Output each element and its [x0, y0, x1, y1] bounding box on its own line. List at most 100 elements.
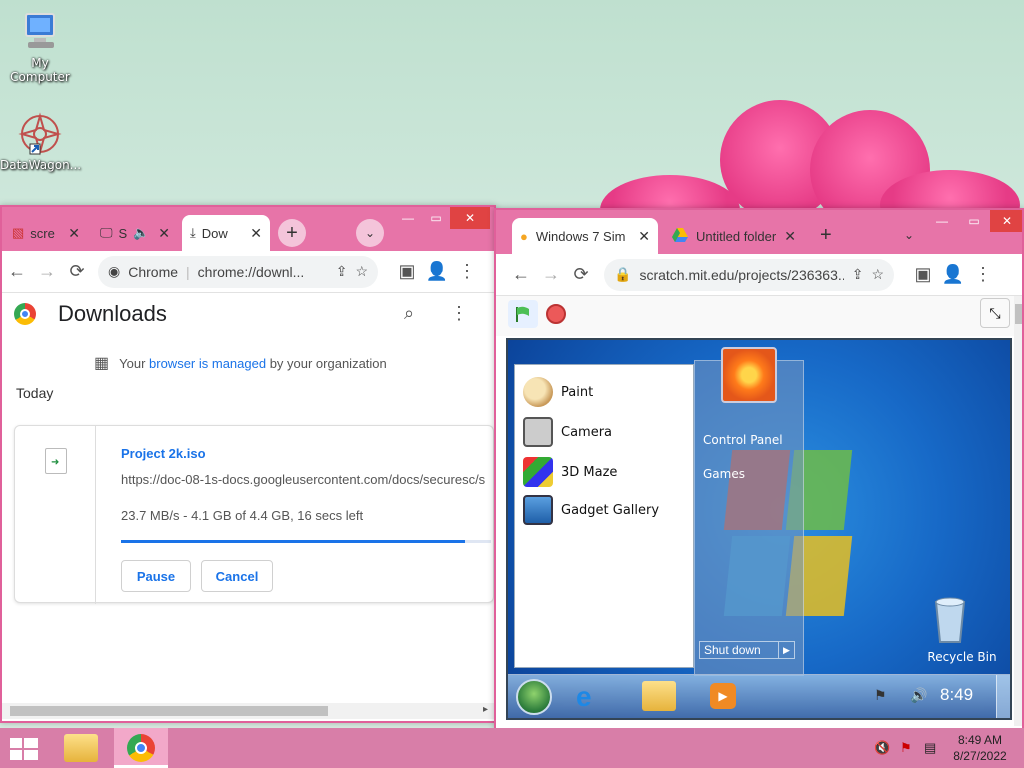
chrome-icon: ◉	[108, 263, 121, 279]
wallpaper-flower	[600, 90, 1020, 245]
start-menu-item-camera[interactable]: Camera	[523, 415, 612, 449]
close-tab-icon[interactable]: ✕	[632, 228, 650, 245]
close-window-button[interactable]: ✕	[450, 207, 490, 229]
tab-label: S	[118, 225, 128, 241]
scratch-toolbar: ← → ⟳ 🔒 scratch.mit.edu/projects/236363.…	[496, 254, 1022, 296]
datawagon-icon	[18, 112, 62, 156]
share-icon[interactable]: ⇪	[852, 266, 864, 283]
omnibox-url: scratch.mit.edu/projects/236363...	[639, 266, 844, 283]
download-filename[interactable]: Project 2k.iso	[121, 446, 206, 461]
back-button[interactable]: ←	[506, 260, 536, 290]
pause-button[interactable]: Pause	[121, 560, 191, 592]
vertical-scrollbar[interactable]	[1014, 296, 1022, 726]
taskbar: 🔇 ⚑ ▤ 8:49 AM 8/27/2022	[0, 728, 1024, 768]
omnibox-site-label: Chrome	[128, 263, 179, 280]
win7-start-orb[interactable]	[516, 679, 552, 715]
tab-sound[interactable]: 🖵 S 🔈 ✕	[92, 215, 178, 251]
downloads-toolbar: ← → ⟳ ◉ Chrome | chrome://downl... ⇪ ☆ ▣…	[2, 251, 494, 293]
action-center-icon[interactable]: ⚑	[900, 740, 912, 756]
new-tab-button[interactable]: +	[278, 219, 306, 247]
close-tab-icon[interactable]: ✕	[778, 228, 796, 245]
more-options-icon[interactable]: ⋮	[450, 303, 468, 324]
back-button[interactable]: ←	[2, 257, 32, 287]
maze-icon	[523, 457, 553, 487]
tab-untitled-folder[interactable]: Untitled folder ✕	[664, 218, 804, 254]
show-desktop-button[interactable]	[996, 675, 1010, 718]
gadget-gallery-icon	[523, 495, 553, 525]
win7-taskbar: e ▶ ⚑ 🔊 8:49	[508, 674, 1010, 718]
system-clock[interactable]: 8:49 AM 8/27/2022	[946, 732, 1014, 764]
new-tab-button[interactable]: +	[820, 224, 832, 247]
tab-search-button[interactable]: ⌄	[904, 228, 914, 242]
close-tab-icon[interactable]: ✕	[152, 225, 170, 242]
managed-notice: ▦ Your browser is managed by your organi…	[94, 355, 387, 372]
side-panel-icon[interactable]: ▣	[392, 257, 422, 287]
bookmark-star-icon[interactable]: ☆	[355, 263, 368, 280]
managed-link[interactable]: browser is managed	[149, 356, 266, 371]
chrome-logo-icon	[14, 303, 36, 325]
share-icon[interactable]: ⇪	[336, 263, 348, 280]
scrollbar-thumb[interactable]	[10, 706, 328, 716]
action-center-flag-icon[interactable]: ⚑	[874, 687, 887, 704]
scroll-right-icon[interactable]: ▸	[483, 704, 488, 715]
user-picture-flower[interactable]	[721, 347, 777, 403]
start-menu-item-gadget-gallery[interactable]: Gadget Gallery	[523, 493, 659, 527]
lock-icon: 🔒	[614, 266, 632, 282]
download-url: https://doc-08-1s-docs.googleusercontent…	[121, 472, 486, 487]
chrome-taskbar-button[interactable]	[114, 728, 168, 768]
search-icon[interactable]: ⌕	[404, 303, 414, 324]
network-icon[interactable]: ▤	[924, 740, 936, 756]
tab-label: Dow	[201, 225, 228, 241]
clock-time: 8:49 AM	[957, 733, 1003, 747]
menu-kebab-icon[interactable]: ⋮	[968, 260, 998, 290]
start-menu-item-paint[interactable]: Paint	[523, 375, 593, 409]
tab-search-button[interactable]: ⌄	[356, 219, 384, 247]
section-label-today: Today	[16, 385, 54, 401]
stop-button[interactable]	[546, 304, 566, 324]
fullscreen-exit-button[interactable]: ⤡	[980, 298, 1010, 328]
recycle-bin-icon[interactable]	[930, 596, 970, 644]
forward-button[interactable]: →	[32, 257, 62, 287]
omnibox[interactable]: ◉ Chrome | chrome://downl... ⇪ ☆	[98, 255, 378, 288]
windows-start-icon[interactable]	[10, 738, 38, 760]
desktop-icon-my-computer[interactable]: My Computer	[0, 10, 80, 84]
forward-button[interactable]: →	[536, 260, 566, 290]
win7-clock[interactable]: 8:49	[940, 685, 973, 705]
media-player-icon[interactable]: ▶	[710, 683, 736, 709]
tab-screenshot[interactable]: ▧ scre ✕	[4, 215, 88, 251]
omnibox[interactable]: 🔒 scratch.mit.edu/projects/236363... ⇪ ☆	[604, 258, 894, 291]
desktop-icon-datawagon[interactable]: DataWagon...	[0, 112, 82, 172]
cancel-button[interactable]: Cancel	[201, 560, 273, 592]
ie-icon[interactable]: e	[576, 681, 592, 713]
start-menu-control-panel[interactable]: Control Panel	[703, 433, 783, 447]
file-explorer-icon[interactable]	[64, 734, 98, 762]
close-tab-icon[interactable]: ✕	[244, 225, 262, 242]
side-panel-icon[interactable]: ▣	[908, 260, 938, 290]
profile-avatar-icon[interactable]: 👤	[422, 257, 452, 287]
download-item: ➜ Project 2k.iso https://doc-08-1s-docs.…	[14, 425, 494, 604]
horizontal-scrollbar[interactable]: ▸	[2, 703, 494, 719]
monitor-icon: 🖵	[100, 225, 113, 240]
bookmark-star-icon[interactable]: ☆	[871, 266, 884, 283]
green-flag-button[interactable]	[508, 300, 538, 328]
tab-downloads[interactable]: ⤓ Dow ✕	[182, 215, 270, 251]
green-flag-icon	[516, 306, 529, 322]
explorer-folder-icon[interactable]	[642, 681, 676, 711]
maximize-button[interactable]: ▭	[954, 210, 994, 232]
reload-button[interactable]: ⟳	[566, 260, 596, 290]
file-icon: ➜	[45, 448, 67, 474]
profile-avatar-icon[interactable]: 👤	[938, 260, 968, 290]
desktop-icon-label: DataWagon...	[0, 158, 82, 172]
close-window-button[interactable]: ✕	[990, 210, 1022, 232]
shutdown-arrow-icon[interactable]: ▶	[778, 642, 794, 658]
shutdown-button[interactable]: Shut down ▶	[699, 641, 795, 659]
volume-icon[interactable]: 🔊	[910, 687, 927, 704]
start-menu-games[interactable]: Games	[703, 467, 745, 481]
close-tab-icon[interactable]: ✕	[62, 225, 80, 242]
tab-label: Untitled folder	[696, 228, 777, 244]
tab-windows7-sim[interactable]: ● Windows 7 Sim ✕	[512, 218, 658, 254]
start-menu-item-3d-maze[interactable]: 3D Maze	[523, 455, 617, 489]
volume-muted-icon[interactable]: 🔇	[874, 740, 890, 756]
menu-kebab-icon[interactable]: ⋮	[452, 257, 482, 287]
reload-button[interactable]: ⟳	[62, 257, 92, 287]
